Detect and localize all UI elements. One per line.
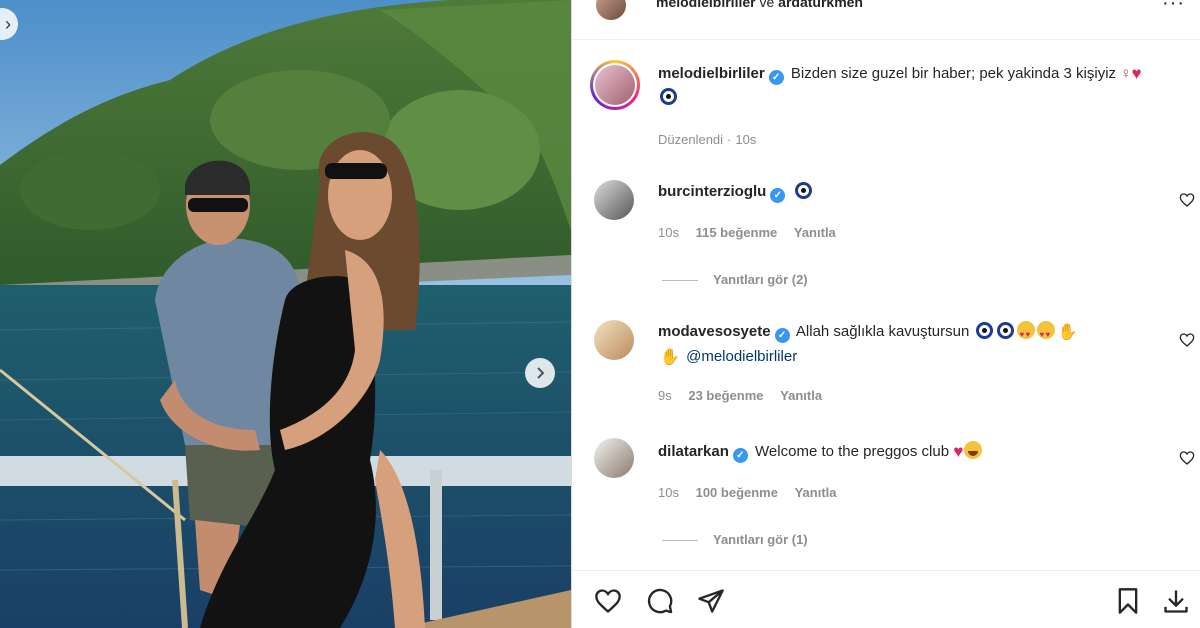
comment-body: Allah sağlıkla kavuştursun <box>795 323 970 340</box>
comment-meta: 10s 115 beğenme Yanıtla <box>658 225 849 240</box>
verified-badge-icon: ✓ <box>770 188 786 203</box>
evil-eye-icon <box>660 88 677 105</box>
share-icon[interactable] <box>697 587 725 615</box>
author-link[interactable]: melodielbirliler <box>656 0 756 10</box>
comment-username[interactable]: modavesosyete <box>658 323 771 340</box>
comment-time: 10s <box>658 485 679 500</box>
meta-separator: · <box>727 132 732 147</box>
verified-badge-icon: ✓ <box>732 448 748 463</box>
comment-icon[interactable] <box>646 587 674 615</box>
edited-label: Düzenlendi <box>658 132 724 147</box>
pregnant-woman-emoji-icon: ♀ <box>1120 65 1132 82</box>
comment-text: modavesosyete ✓ Allah sağlıkla kavuştursu… <box>658 320 1158 370</box>
evil-eye-icon <box>794 182 812 199</box>
view-replies-button[interactable]: Yanıtları gör (2) <box>662 272 808 287</box>
caption-text: melodielbirliler ✓ Bizden size guzel bir … <box>658 62 1158 110</box>
evil-eye-icon <box>996 322 1014 339</box>
heart-icon[interactable] <box>1179 332 1195 348</box>
red-heart-icon: ♥ <box>1131 64 1142 83</box>
post-details-panel: melodielbirliler ve ardaturkmen ··· melo… <box>571 0 1200 628</box>
caption-meta: Düzenlendi · 10s <box>658 132 769 147</box>
caption-body: Bizden size guzel bir haber; pek yakinda… <box>790 65 1117 82</box>
bookmark-icon[interactable] <box>1114 587 1142 615</box>
comment-meta: 9s 23 beğenme Yanıtla <box>658 388 835 403</box>
comment-likes[interactable]: 115 beğenme <box>696 225 778 240</box>
divider <box>662 280 698 282</box>
avatar[interactable] <box>594 0 628 22</box>
heart-eyes-emoji-icon <box>1036 321 1055 347</box>
post-authors: melodielbirliler ve ardaturkmen <box>656 0 863 10</box>
next-image-button[interactable] <box>525 358 555 388</box>
post-actions-bar <box>572 570 1200 628</box>
comment-username[interactable]: burcinterzioglu <box>658 183 766 200</box>
verified-badge-icon: ✓ <box>774 328 790 343</box>
chevron-left-icon: › <box>5 13 11 34</box>
coauthor-link[interactable]: ardaturkmen <box>778 0 863 10</box>
view-replies-label[interactable]: Yanıtları gör (2) <box>713 272 808 287</box>
comment-text: dilatarkan ✓ Welcome to the preggos club … <box>658 440 1158 464</box>
comment-meta: 10s 100 beğenme Yanıtla <box>658 485 850 500</box>
avatar[interactable] <box>594 438 634 478</box>
download-icon[interactable] <box>1162 587 1190 615</box>
verified-badge-icon: ✓ <box>768 70 784 85</box>
caption-time: 10s <box>735 132 757 147</box>
avatar[interactable] <box>594 180 634 220</box>
mention-link[interactable]: @melodielbirliler <box>686 348 797 365</box>
reply-button[interactable]: Yanıtla <box>795 485 837 500</box>
comment-text: burcinterzioglu ✓ <box>658 180 1158 204</box>
couple-on-boat-image <box>0 0 571 628</box>
comment-body: Welcome to the preggos club <box>755 443 950 460</box>
comment-likes[interactable]: 100 beğenme <box>696 485 778 500</box>
comment-username[interactable]: dilatarkan <box>658 443 729 460</box>
praying-hands-icon: ✋ <box>660 349 680 366</box>
view-replies-button[interactable]: Yanıtları gör (1) <box>662 532 808 547</box>
instagram-post-view: › melodielbirliler ve ardaturkmen ··· me… <box>0 0 1200 628</box>
divider <box>662 540 698 542</box>
avatar[interactable] <box>594 320 634 360</box>
red-heart-icon: ♥ <box>953 442 964 461</box>
reply-button[interactable]: Yanıtla <box>780 388 822 403</box>
heart-icon[interactable] <box>1179 192 1195 208</box>
reply-button[interactable]: Yanıtla <box>794 225 836 240</box>
evil-eye-icon <box>975 322 993 339</box>
comment-time: 10s <box>658 225 679 240</box>
avatar[interactable] <box>590 60 640 110</box>
more-icon[interactable]: ··· <box>1162 0 1185 15</box>
post-header: melodielbirliler ve ardaturkmen ··· <box>572 0 1200 40</box>
post-photo[interactable]: › <box>0 0 571 628</box>
comment-time: 9s <box>658 388 672 403</box>
heart-icon[interactable] <box>594 587 622 615</box>
heart-eyes-emoji-icon <box>1016 321 1035 347</box>
view-replies-label[interactable]: Yanıtları gör (1) <box>713 532 808 547</box>
author-separator: ve <box>759 0 775 10</box>
caption-username[interactable]: melodielbirliler <box>658 65 765 82</box>
tears-of-joy-emoji-icon <box>964 441 983 459</box>
chevron-right-icon <box>537 367 545 379</box>
heart-icon[interactable] <box>1179 450 1195 466</box>
comment-likes[interactable]: 23 beğenme <box>688 388 763 403</box>
praying-hands-icon: ✋ <box>1057 324 1078 341</box>
